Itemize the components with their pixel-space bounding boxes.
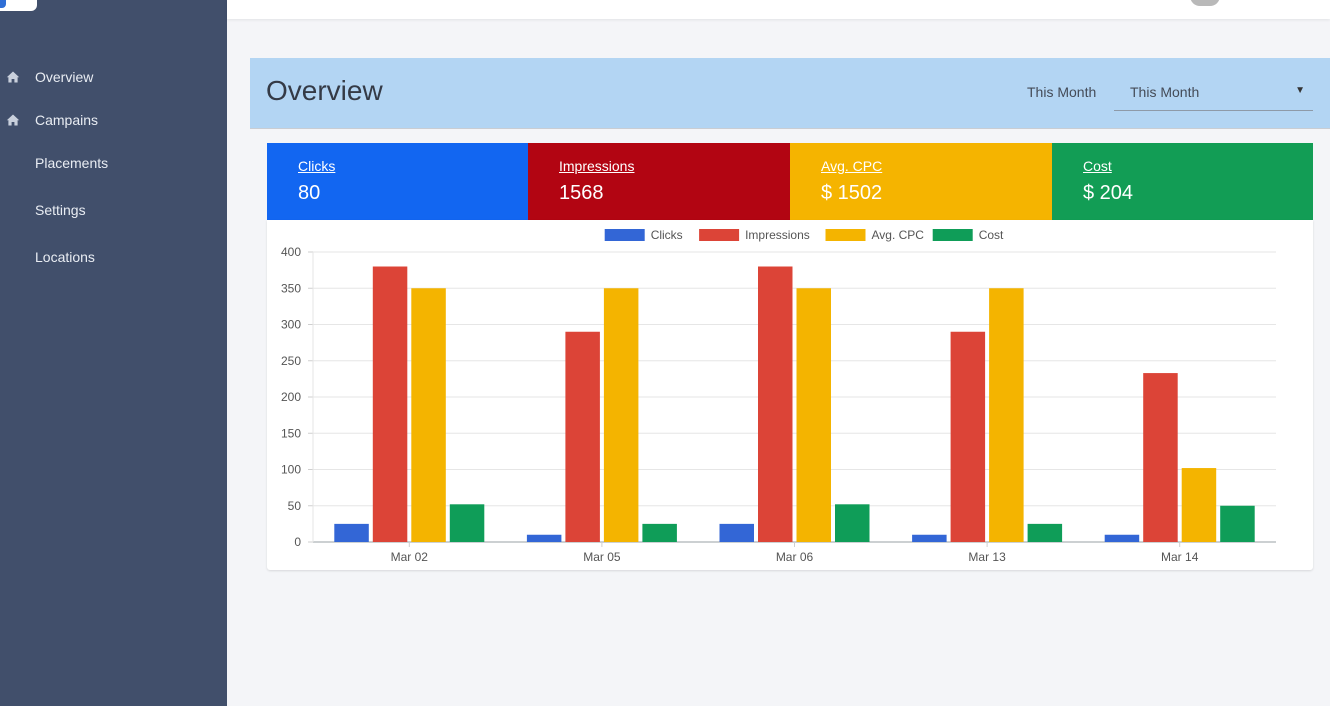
y-tick-label: 100 bbox=[281, 463, 301, 477]
bar-cost bbox=[835, 504, 870, 542]
page-header: Overview This Month This Month ▼ bbox=[250, 58, 1330, 129]
sidebar-item-label: Locations bbox=[35, 249, 95, 265]
sidebar-item-label: Settings bbox=[35, 202, 86, 218]
bar-avg-cpc bbox=[603, 288, 639, 542]
sidebar-item-locations[interactable]: Locations bbox=[0, 242, 227, 272]
app-logo[interactable] bbox=[0, 0, 37, 11]
x-tick-label: Mar 02 bbox=[391, 550, 429, 564]
stat-card-impressions: Impressions 1568 bbox=[528, 143, 790, 220]
sidebar-item-campains[interactable]: Campains bbox=[0, 105, 227, 135]
caret-down-icon: ▼ bbox=[1295, 85, 1305, 96]
bar-clicks bbox=[912, 534, 947, 542]
bar-avg-cpc bbox=[1181, 468, 1217, 542]
y-tick-label: 0 bbox=[294, 535, 301, 549]
bar-impressions bbox=[372, 266, 408, 542]
bar-cost bbox=[642, 523, 677, 542]
period-label: This Month bbox=[1027, 84, 1097, 100]
page-title: Overview bbox=[266, 75, 383, 106]
bar-cost bbox=[449, 504, 485, 542]
stat-link-impressions[interactable]: Impressions bbox=[559, 158, 634, 174]
legend-swatch bbox=[699, 229, 740, 241]
bar-impressions bbox=[758, 266, 793, 542]
stat-card-avg-cpc: Avg. CPC $ 1502 bbox=[790, 143, 1052, 220]
bar-chart: 0 50 100 150 200 250 300 350 400 Mar 02 Mar 05 Mar … bbox=[281, 228, 1276, 564]
x-tick-label: Mar 05 bbox=[583, 550, 621, 564]
y-tick-label: 150 bbox=[281, 426, 301, 440]
legend-label: Cost bbox=[979, 228, 1004, 242]
logo-mark bbox=[0, 0, 6, 8]
sidebar-item-placements[interactable]: Placements bbox=[0, 148, 227, 178]
legend-label: Avg. CPC bbox=[872, 228, 925, 242]
home-icon bbox=[6, 70, 20, 84]
bar-clicks bbox=[719, 523, 754, 542]
stat-link-avg-cpc[interactable]: Avg. CPC bbox=[821, 158, 882, 174]
legend-swatch bbox=[604, 229, 645, 241]
y-tick-label: 300 bbox=[281, 318, 301, 332]
stat-value-avg-cpc: $ 1502 bbox=[821, 182, 883, 204]
bar-impressions bbox=[1143, 373, 1178, 542]
bar-clicks bbox=[526, 534, 562, 542]
stat-value-impressions: 1568 bbox=[559, 182, 604, 204]
bar-impressions bbox=[950, 331, 986, 542]
y-tick-label: 250 bbox=[281, 354, 301, 368]
stats-row: Clicks 80 Impressions 1568 Avg. CPC $ 15… bbox=[267, 143, 1313, 220]
stat-card-clicks: Clicks 80 bbox=[267, 143, 528, 220]
y-tick-label: 350 bbox=[281, 281, 301, 295]
y-tick-label: 50 bbox=[288, 499, 302, 513]
legend-label: Clicks bbox=[651, 228, 683, 242]
period-select[interactable]: This Month ▼ bbox=[1114, 76, 1313, 111]
bar-cost bbox=[1220, 505, 1255, 542]
legend-swatch bbox=[932, 229, 973, 241]
stat-value-cost: $ 204 bbox=[1083, 182, 1134, 204]
sidebar-item-label: Campains bbox=[35, 112, 99, 128]
bar-clicks bbox=[334, 523, 369, 542]
bar-avg-cpc bbox=[989, 288, 1024, 542]
stat-link-cost[interactable]: Cost bbox=[1083, 158, 1112, 174]
sidebar-item-overview[interactable]: Overview bbox=[0, 62, 227, 92]
legend-swatch bbox=[825, 229, 866, 241]
home-icon bbox=[6, 113, 20, 127]
stat-card-cost: Cost $ 204 bbox=[1052, 143, 1313, 220]
stat-link-clicks[interactable]: Clicks bbox=[298, 158, 335, 174]
x-tick-label: Mar 06 bbox=[776, 550, 814, 564]
period-select-value: This Month bbox=[1130, 84, 1200, 100]
top-bar bbox=[227, 0, 1330, 19]
bar-cost bbox=[1027, 523, 1063, 542]
y-tick-label: 400 bbox=[281, 245, 301, 259]
bar-impressions bbox=[565, 331, 600, 542]
bar-clicks bbox=[1104, 534, 1140, 542]
sidebar-item-label: Overview bbox=[35, 69, 94, 85]
sidebar: Overview Campains Placements Settings Lo… bbox=[0, 0, 227, 706]
x-tick-label: Mar 14 bbox=[1161, 550, 1199, 564]
sidebar-item-label: Placements bbox=[35, 155, 109, 171]
sidebar-item-settings[interactable]: Settings bbox=[0, 195, 227, 225]
y-tick-label: 200 bbox=[281, 390, 301, 404]
bar-avg-cpc bbox=[411, 288, 446, 542]
stat-value-clicks: 80 bbox=[298, 182, 321, 204]
chart-panel: 0 50 100 150 200 250 300 350 400 Mar 02 Mar 05 Mar … bbox=[267, 220, 1313, 570]
legend-label: Impressions bbox=[745, 228, 810, 242]
user-avatar[interactable] bbox=[1190, 0, 1220, 6]
x-tick-label: Mar 13 bbox=[968, 550, 1006, 564]
bar-avg-cpc bbox=[796, 288, 831, 542]
